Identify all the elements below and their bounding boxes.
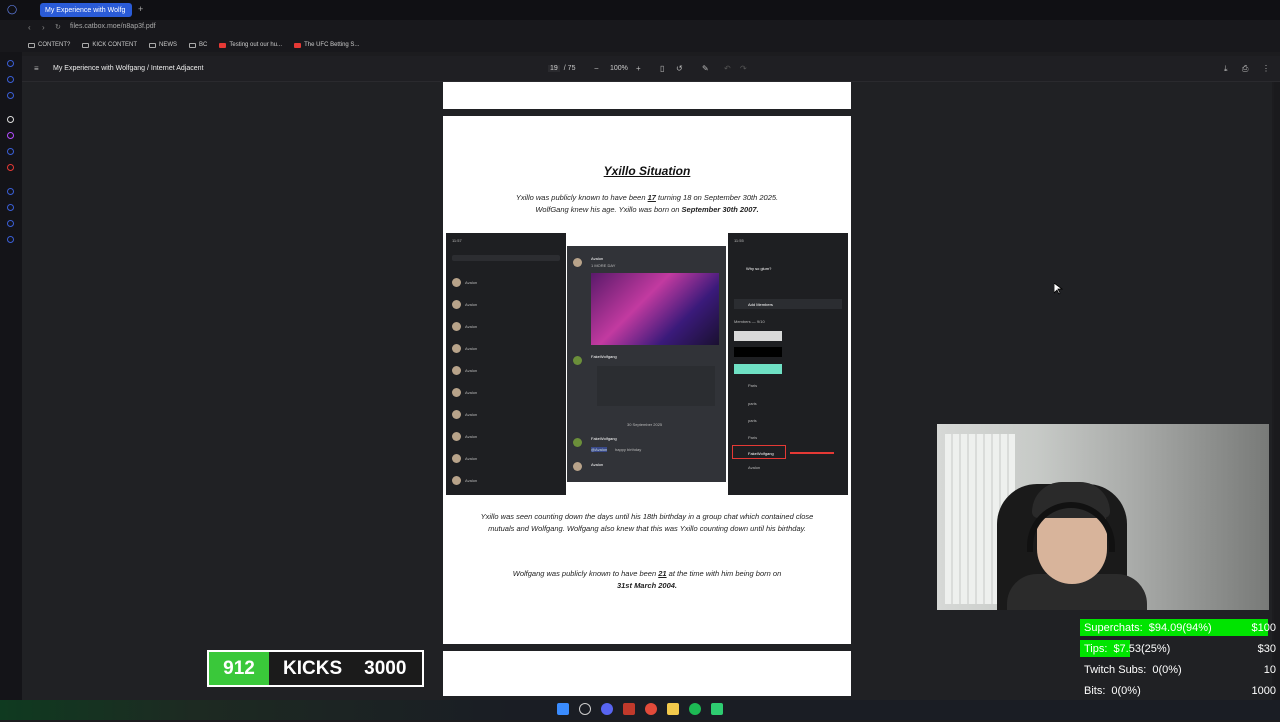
goal-target: $30 [1257,642,1276,655]
bookmark-content[interactable]: CONTENT? [28,42,70,48]
bookmarks-bar: CONTENT? KICK CONTENT NEWS BC Testing ou… [0,38,1280,52]
bookmark-bc[interactable]: BC [189,42,207,48]
sidebar-app-icon[interactable] [7,92,14,99]
sidebar-app-icon[interactable] [7,204,14,211]
goal-target: $100 [1251,621,1276,634]
url-input[interactable]: files.catbox.moe/n8ap3f.pdf [70,23,156,30]
browser-taskbar-icon[interactable] [623,703,635,715]
folder-icon [189,42,197,48]
discord-icon[interactable] [601,703,613,715]
sidebar-app-icon[interactable] [7,116,14,123]
redo-icon[interactable]: ↷ [740,64,747,73]
xbox-icon[interactable] [711,703,723,715]
bookmark-news[interactable]: NEWS [149,42,177,48]
goal-value: $94.09(94%) [1148,621,1212,634]
browser-logo-icon[interactable]: ◯ [7,4,17,15]
address-bar-row: ‹ › ↻ [0,20,1280,38]
browser-sidebar [0,52,22,700]
page-heading: Yxillo Situation [603,164,691,178]
forward-icon[interactable]: › [42,23,45,32]
page-indicator: 19 / 75 [548,65,575,72]
tab-title: My Experience with Wolfg [45,6,126,14]
zoom-out-button[interactable]: − [594,64,599,73]
goal-target: 1000 [1251,684,1276,697]
screenshot-group-members: 11:55 Why so glum? Add Members Members —… [728,233,848,495]
undo-icon[interactable]: ↶ [724,64,731,73]
paragraph-wolfgang-age: Wolfgang was publicly known to have been… [512,569,782,590]
download-icon[interactable]: ⤓ [1224,64,1228,74]
rotate-icon[interactable]: ↺ [676,64,683,73]
sidebar-app-icon[interactable] [7,60,14,67]
reply-thread [597,366,715,406]
goal-target: 10 [1263,663,1276,676]
goal-row: Twitch Subs: 0(0%) 10 [1080,659,1280,680]
zoom-in-button[interactable]: + [636,64,641,73]
twitch-icon[interactable] [7,132,14,139]
page-number-input[interactable]: 19 [548,65,560,72]
spotify-icon[interactable] [689,703,701,715]
tab-active[interactable]: My Experience with Wolfg [40,3,132,17]
goal-row: Tips: $7.53(25%) $30 [1080,638,1280,659]
annotate-icon[interactable]: ✎ [702,64,709,73]
taskbar [0,700,1280,720]
reload-icon[interactable]: ↻ [55,23,61,31]
folder-icon [149,42,157,48]
goal-value: 0(0%) [1111,684,1141,697]
goal-row: Bits: 0(0%) 1000 [1080,680,1280,701]
screenshot-chat: Avalon 1 MORE DAY FakeWolfgang 30 Septem… [567,246,726,482]
search-icon[interactable] [579,703,591,715]
back-icon[interactable]: ‹ [28,23,31,32]
bookmark-ufc[interactable]: The UFC Betting S... [294,42,359,48]
youtube-icon [294,42,302,48]
party-image [591,273,719,345]
screenshot-member-list: 11:57 Avalon Avalon Avalon Avalon Avalon… [446,233,566,495]
goal-label: Twitch Subs: [1084,663,1147,676]
next-page [443,651,851,696]
page-total: / 75 [563,65,576,72]
pdf-title: My Experience with Wolfgang / Internet A… [53,65,204,72]
red-arrow [790,452,834,454]
kicks-goal-widget: 912 KICKS 3000 [207,650,424,687]
messenger-icon[interactable] [7,148,14,155]
webcam-feed [937,424,1269,610]
print-icon[interactable]: ⎙ [1242,64,1248,74]
folder-icon [28,42,35,48]
kicks-goal: 3000 [364,657,407,679]
kicks-label: KICKS [283,657,343,679]
paragraph-age: Yxillo was publicly known to have been 1… [515,193,779,214]
goal-row: Superchats: $94.09(94%) $100 [1080,617,1280,638]
bookmark-kick-content[interactable]: KICK CONTENT [82,42,137,48]
zoom-level[interactable]: 100% [610,65,628,72]
sidebar-app-icon[interactable] [7,220,14,227]
goal-value: 0(0%) [1152,663,1182,676]
pdf-toolbar [22,56,1280,82]
kicks-count: 912 [209,652,269,685]
sidebar-app-icon[interactable] [7,188,14,195]
more-options-icon[interactable]: ⋮ [1262,64,1270,73]
goal-label: Superchats: [1084,621,1143,634]
menu-icon[interactable]: ≡ [34,64,39,73]
sidebar-app-icon[interactable] [7,76,14,83]
mouse-cursor [1054,283,1063,295]
goal-label: Bits: [1084,684,1106,697]
settings-icon[interactable] [7,236,14,243]
chrome-icon[interactable] [645,703,657,715]
previous-page [443,82,851,109]
new-tab-button[interactable]: + [138,4,143,14]
scrollbar[interactable] [1274,82,1280,700]
browser-tab-bar: My Experience with Wolfg ◯ + [0,0,1280,20]
bookmark-testing[interactable]: Testing out our hu... [219,42,282,48]
goal-value: $7.53(25%) [1113,642,1171,655]
windows-start-icon[interactable] [557,703,569,715]
instagram-icon[interactable] [7,164,14,171]
file-explorer-icon[interactable] [667,703,679,715]
folder-icon [82,42,90,48]
fit-page-icon[interactable]: ▯ [660,64,664,73]
paragraph-countdown: Yxillo was seen counting down the days u… [480,512,814,533]
youtube-icon [219,42,227,48]
goal-label: Tips: [1084,642,1108,655]
search-bar [452,255,560,261]
